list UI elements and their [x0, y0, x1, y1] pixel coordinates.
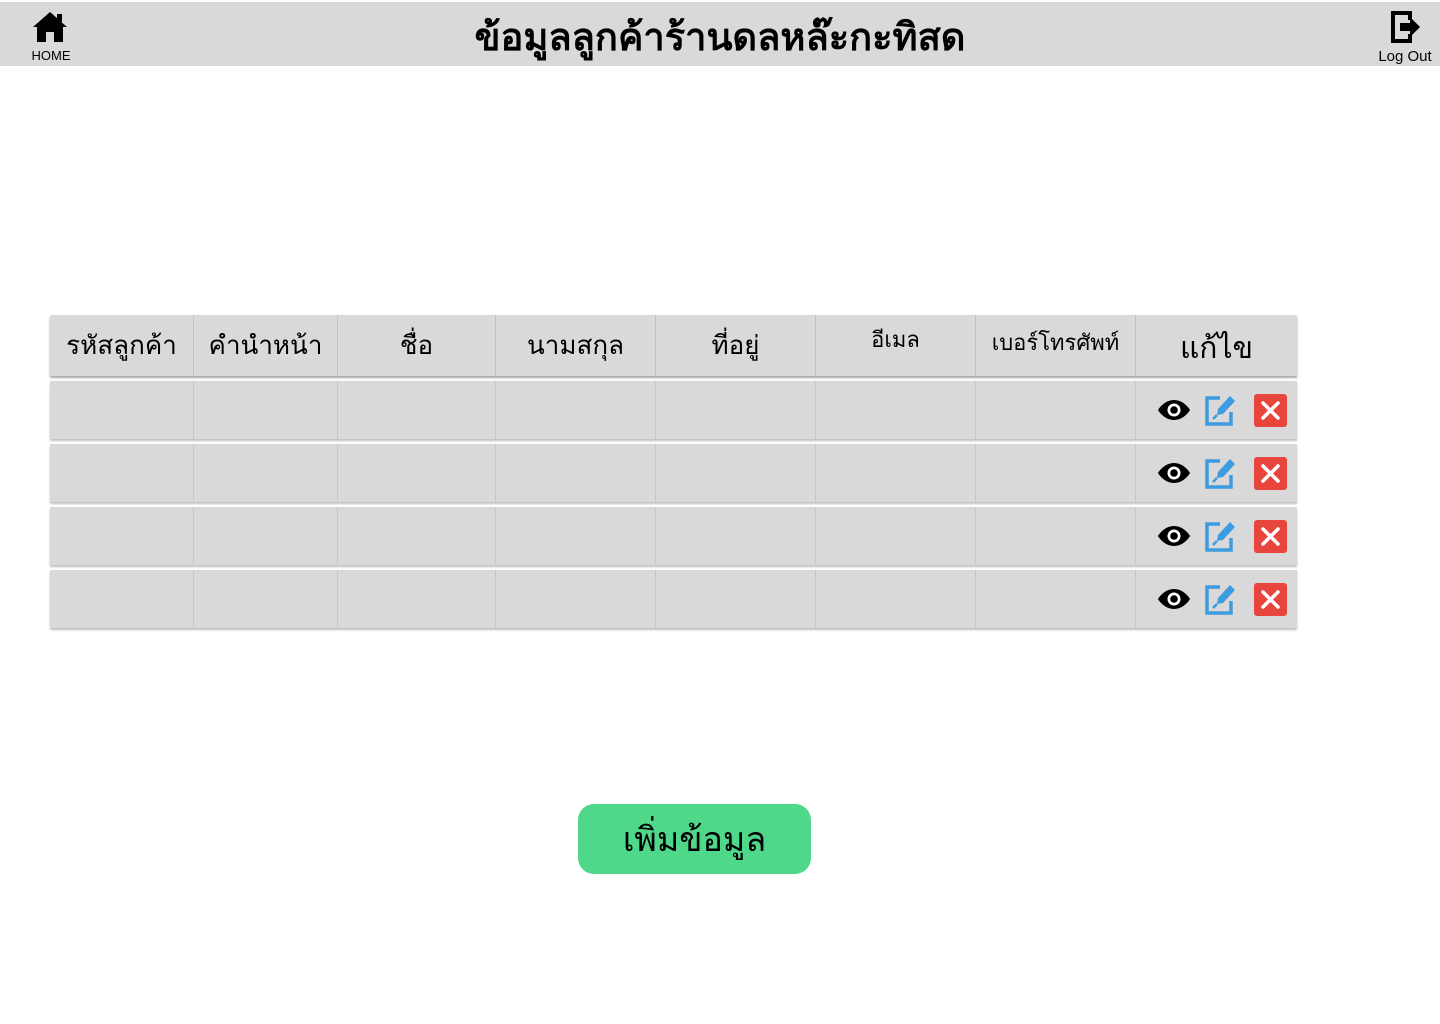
table-cell: [976, 444, 1136, 502]
eye-icon: [1158, 526, 1190, 546]
logout-label: Log Out: [1378, 48, 1432, 65]
table-row: [50, 444, 1297, 502]
close-icon: [1260, 589, 1280, 609]
table-row: [50, 570, 1297, 628]
view-button[interactable]: [1156, 455, 1192, 491]
table-cell: [976, 507, 1136, 565]
view-button[interactable]: [1156, 392, 1192, 428]
column-header-last-name: นามสกุล: [496, 315, 656, 376]
table-cell: [50, 444, 194, 502]
top-bar: HOME ข้อมูลลูกค้าร้านดลหล๊ะกะทิสด Log Ou…: [0, 2, 1440, 66]
eye-icon: [1158, 400, 1190, 420]
row-actions: [1136, 381, 1297, 439]
edit-button[interactable]: [1202, 518, 1238, 554]
table-cell: [656, 570, 816, 628]
column-header-email: อีเมล: [816, 315, 976, 376]
edit-icon: [1205, 396, 1235, 426]
table-cell: [338, 444, 496, 502]
table-cell: [976, 381, 1136, 439]
table-row: [50, 381, 1297, 439]
delete-button-bg: [1253, 393, 1287, 427]
table-cell: [194, 570, 338, 628]
table-cell: [50, 570, 194, 628]
table-cell: [338, 570, 496, 628]
column-header-customer-id: รหัสลูกค้า: [50, 315, 194, 376]
table-cell: [656, 507, 816, 565]
column-header-address: ที่อยู่: [656, 315, 816, 376]
logout-icon: [1391, 11, 1420, 43]
column-header-edit: แก้ไข: [1179, 331, 1254, 366]
delete-button[interactable]: [1252, 581, 1288, 617]
table-cell: [194, 381, 338, 439]
edit-icon: [1205, 585, 1235, 615]
table-cell: [50, 507, 194, 565]
column-header-prefix: คำนำหน้า: [194, 315, 338, 376]
table-cell: [194, 444, 338, 502]
table-cell: [50, 381, 194, 439]
table-cell: [496, 570, 656, 628]
close-icon: [1260, 526, 1280, 546]
delete-button[interactable]: [1252, 392, 1288, 428]
table-cell: [338, 381, 496, 439]
table-cell: [194, 507, 338, 565]
table-cell: [338, 507, 496, 565]
page-title: ข้อมูลลูกค้าร้านดลหล๊ะกะทิสด: [474, 15, 966, 59]
delete-button-bg: [1253, 519, 1287, 553]
view-button[interactable]: [1156, 518, 1192, 554]
row-actions: [1136, 444, 1297, 502]
table-cell: [496, 507, 656, 565]
table-cell: [976, 570, 1136, 628]
table-cell: [816, 444, 976, 502]
edit-icon: [1205, 459, 1235, 489]
edit-icon: [1205, 522, 1235, 552]
view-button[interactable]: [1156, 581, 1192, 617]
column-header-first-name: ชื่อ: [338, 315, 496, 376]
table-cell: [816, 570, 976, 628]
edit-button[interactable]: [1202, 581, 1238, 617]
delete-button[interactable]: [1252, 455, 1288, 491]
close-icon: [1260, 463, 1280, 483]
table-cell: [496, 444, 656, 502]
table-cell: [656, 381, 816, 439]
table-cell: [816, 507, 976, 565]
delete-button-bg: [1253, 582, 1287, 616]
row-actions: [1136, 507, 1297, 565]
delete-button-bg: [1253, 456, 1287, 490]
table-cell: [816, 381, 976, 439]
edit-button[interactable]: [1202, 455, 1238, 491]
eye-icon: [1158, 589, 1190, 609]
eye-icon: [1158, 463, 1190, 483]
delete-button[interactable]: [1252, 518, 1288, 554]
close-icon: [1260, 400, 1280, 420]
table-cell: [496, 381, 656, 439]
table-row: [50, 507, 1297, 565]
edit-button[interactable]: [1202, 392, 1238, 428]
logout-button[interactable]: Log Out: [1374, 6, 1436, 66]
customer-table: รหัสลูกค้า คำนำหน้า ชื่อ นามสกุล ที่อยู่…: [50, 315, 1297, 628]
add-data-button[interactable]: เพิ่มข้อมูล: [578, 804, 811, 874]
table-cell: [656, 444, 816, 502]
row-actions: [1136, 570, 1297, 628]
column-header-phone: เบอร์โทรศัพท์: [976, 315, 1136, 376]
table-header: รหัสลูกค้า คำนำหน้า ชื่อ นามสกุล ที่อยู่…: [50, 315, 1297, 376]
